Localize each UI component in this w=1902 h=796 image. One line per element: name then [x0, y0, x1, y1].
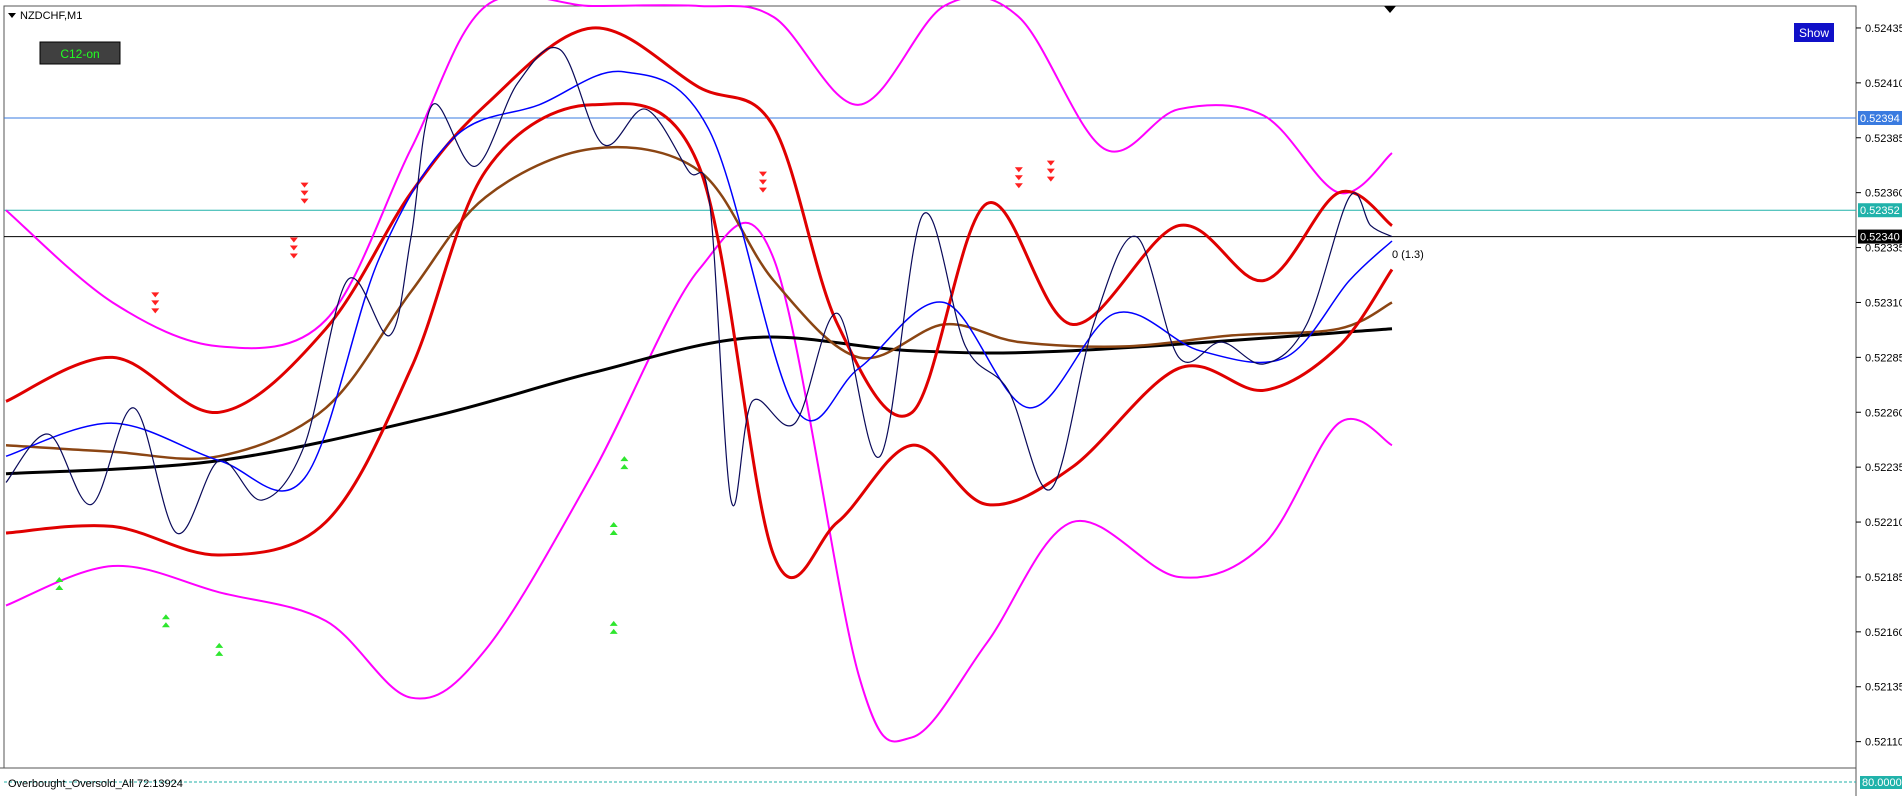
- y-tick-label: 0.52210: [1865, 517, 1902, 529]
- price-chart[interactable]: 0.524350.524100.523850.523600.523350.523…: [0, 0, 1902, 796]
- y-tick-label: 0.52285: [1865, 352, 1902, 364]
- subwindow-level-text: 80.0000: [1862, 777, 1902, 789]
- show-button[interactable]: Show: [1794, 23, 1834, 42]
- price-axis: 0.524350.524100.523850.523600.523350.523…: [1856, 23, 1902, 749]
- y-tick-label: 0.52310: [1865, 297, 1902, 309]
- plot-area: [3, 5, 1857, 769]
- y-tick-label: 0.52185: [1865, 572, 1902, 584]
- y-tick-label: 0.52235: [1865, 462, 1902, 474]
- price-level-tag-text: 0.52394: [1860, 113, 1900, 125]
- show-button-label: Show: [1799, 26, 1829, 40]
- current-price-note: 0 (1.3): [1392, 249, 1424, 261]
- y-tick-label: 0.52385: [1865, 133, 1902, 145]
- c12-toggle-button[interactable]: C12-on: [39, 41, 121, 65]
- y-tick-label: 0.52360: [1865, 188, 1902, 200]
- y-tick-label: 0.52410: [1865, 78, 1902, 90]
- y-tick-label: 0.52335: [1865, 243, 1902, 255]
- price-level-tag-text: 0.52340: [1860, 232, 1900, 244]
- chart-title: NZDCHF,M1: [8, 10, 82, 22]
- y-tick-label: 0.52260: [1865, 407, 1902, 419]
- y-tick-label: 0.52160: [1865, 627, 1902, 639]
- y-tick-label: 0.52110: [1865, 737, 1902, 749]
- indicator-subwindow: Overbought_Oversold_All 72.13924 80.0000: [4, 776, 1902, 790]
- chart-title-text: NZDCHF,M1: [20, 10, 82, 22]
- price-level-tags: 0.52394 0.52352 0.52340: [1858, 110, 1902, 244]
- price-level-tag-text: 0.52352: [1860, 205, 1900, 217]
- y-tick-label: 0.52135: [1865, 682, 1902, 694]
- y-tick-label: 0.52435: [1865, 23, 1902, 35]
- c12-button-label: C12-on: [60, 47, 99, 61]
- subwindow-label: Overbought_Oversold_All 72.13924: [8, 778, 183, 790]
